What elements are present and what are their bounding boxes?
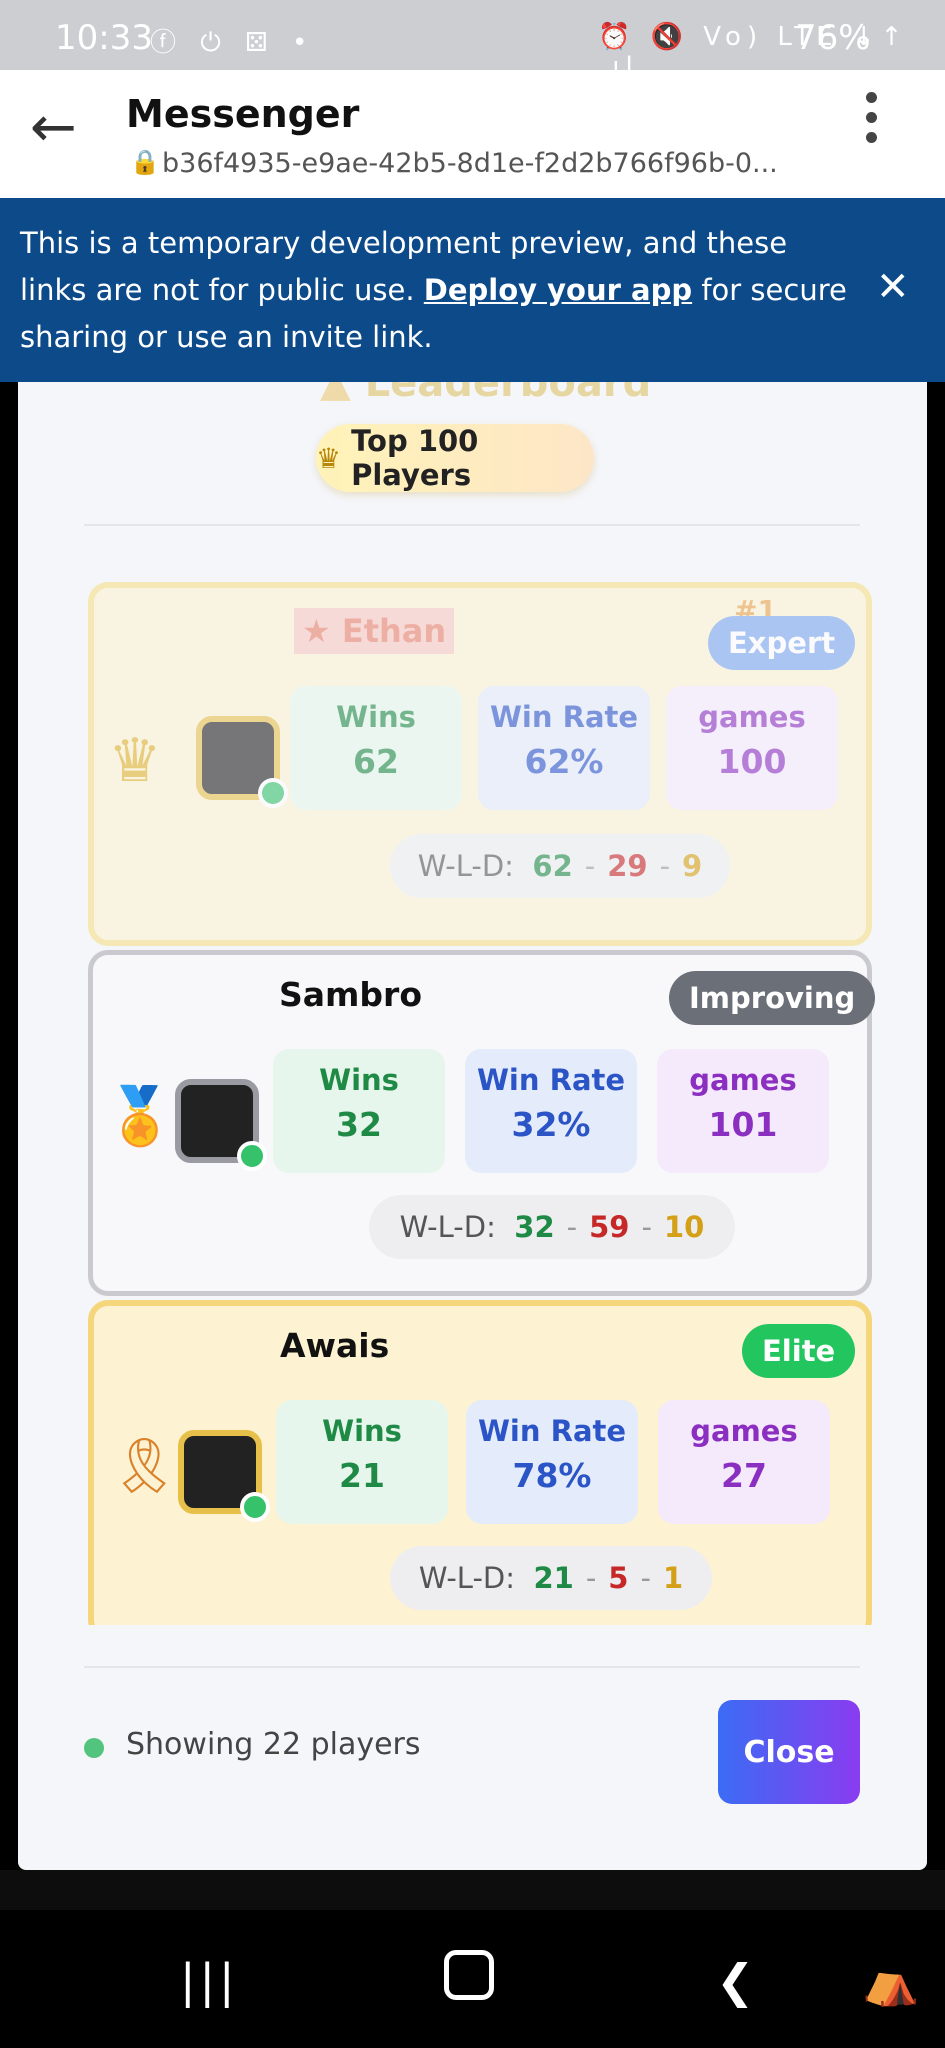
- win-rate-stat: Win Rate 62%: [478, 686, 650, 810]
- star-icon: ★: [302, 612, 342, 650]
- home-icon[interactable]: [444, 1950, 494, 2000]
- accessibility-icon[interactable]: ⛺: [862, 1954, 919, 2009]
- players-count: Showing 22 players: [126, 1727, 421, 1762]
- wld-record: W-L-D: 32- 59- 10: [369, 1195, 735, 1259]
- wins-stat: Wins 32: [273, 1049, 445, 1173]
- battery-level: 76%: [795, 18, 871, 58]
- player-name: ★ Ethan: [294, 608, 455, 654]
- modal-backdrop: [0, 1870, 945, 1910]
- divider: [84, 524, 860, 526]
- dev-preview-banner: This is a temporary development preview,…: [0, 198, 945, 382]
- back-arrow-icon[interactable]: ←: [30, 100, 77, 156]
- avatar[interactable]: [178, 1430, 270, 1522]
- pill-label: Top 100 Players: [351, 424, 479, 492]
- clock: 10:33: [55, 18, 153, 58]
- player-card[interactable]: Awais Elite 🎗 Wins 21 Win Rate 78% games 27…: [88, 1300, 872, 1625]
- avatar[interactable]: [175, 1079, 267, 1171]
- divider: [84, 1666, 860, 1668]
- level-badge: Expert: [708, 616, 856, 670]
- wld-record: W-L-D: 62- 29- 9: [390, 834, 730, 898]
- games-stat: games 27: [658, 1400, 830, 1524]
- status-bar: 10:33 ⓕ ⏻ ⚄ • ⏰ 🔇 Vo) LTE ↓↑ .ıl 76%: [0, 0, 945, 82]
- games-stat: games 101: [657, 1049, 829, 1173]
- deploy-app-link[interactable]: Deploy your app: [424, 273, 692, 307]
- online-indicator: [237, 1141, 267, 1171]
- status-dot: [84, 1738, 104, 1758]
- silver-medal-icon: 🏅: [105, 1084, 175, 1149]
- wld-record: W-L-D: 21- 5- 1: [390, 1546, 712, 1610]
- player-card[interactable]: ★ Ethan #1 Expert ♛ Wins 62 Win Rate 62% g…: [88, 582, 872, 946]
- close-button[interactable]: Close: [718, 1700, 860, 1804]
- top-players-pill: ♛ Top 100 Players: [316, 424, 594, 492]
- trophy-icon: ▲: [320, 382, 365, 406]
- close-banner-icon[interactable]: ✕: [876, 264, 910, 310]
- avatar[interactable]: [196, 716, 288, 808]
- crown-icon: ♛: [316, 441, 342, 475]
- system-nav-bar: ||| ❮ ⛺: [0, 1910, 945, 2048]
- player-name: Awais: [280, 1326, 390, 1365]
- bronze-ribbon-icon: 🎗: [110, 1434, 179, 1497]
- lock-icon: 🔒: [130, 148, 160, 176]
- wins-stat: Wins 62: [290, 686, 462, 810]
- back-icon[interactable]: ❮: [716, 1954, 755, 2008]
- win-rate-stat: Win Rate 78%: [466, 1400, 638, 1524]
- notification-icons: ⓕ ⏻ ⚄ •: [150, 28, 316, 58]
- win-rate-stat: Win Rate 32%: [465, 1049, 637, 1173]
- online-indicator: [240, 1492, 270, 1522]
- page-title: Messenger: [126, 92, 360, 136]
- banner-text: This is a temporary development preview,…: [20, 220, 850, 361]
- crown-icon: ♛: [108, 726, 162, 796]
- more-options-icon[interactable]: [866, 92, 880, 152]
- wins-stat: Wins 21: [276, 1400, 448, 1524]
- leaderboard-title: ▲ Leaderboard: [320, 382, 651, 406]
- online-indicator: [258, 778, 288, 808]
- player-card[interactable]: Sambro Improving 🏅 Wins 32 Win Rate 32% ga…: [88, 950, 876, 1296]
- games-stat: games 100: [666, 686, 838, 810]
- recent-apps-icon[interactable]: |||: [180, 1954, 239, 2008]
- level-badge: Improving: [669, 971, 876, 1025]
- url-text: b36f4935-e9ae-42b5-8d1e-f2d2b766f96b-0..…: [162, 148, 778, 179]
- browser-header: ← Messenger 🔒 b36f4935-e9ae-42b5-8d1e-f2…: [0, 70, 945, 198]
- level-badge: Elite: [742, 1324, 856, 1378]
- player-list[interactable]: ★ Ethan #1 Expert ♛ Wins 62 Win Rate 62% g…: [88, 582, 878, 1625]
- player-name: Sambro: [279, 975, 422, 1014]
- leaderboard-modal: ▲ Leaderboard ♛ Top 100 Players ★ Ethan …: [18, 382, 927, 1870]
